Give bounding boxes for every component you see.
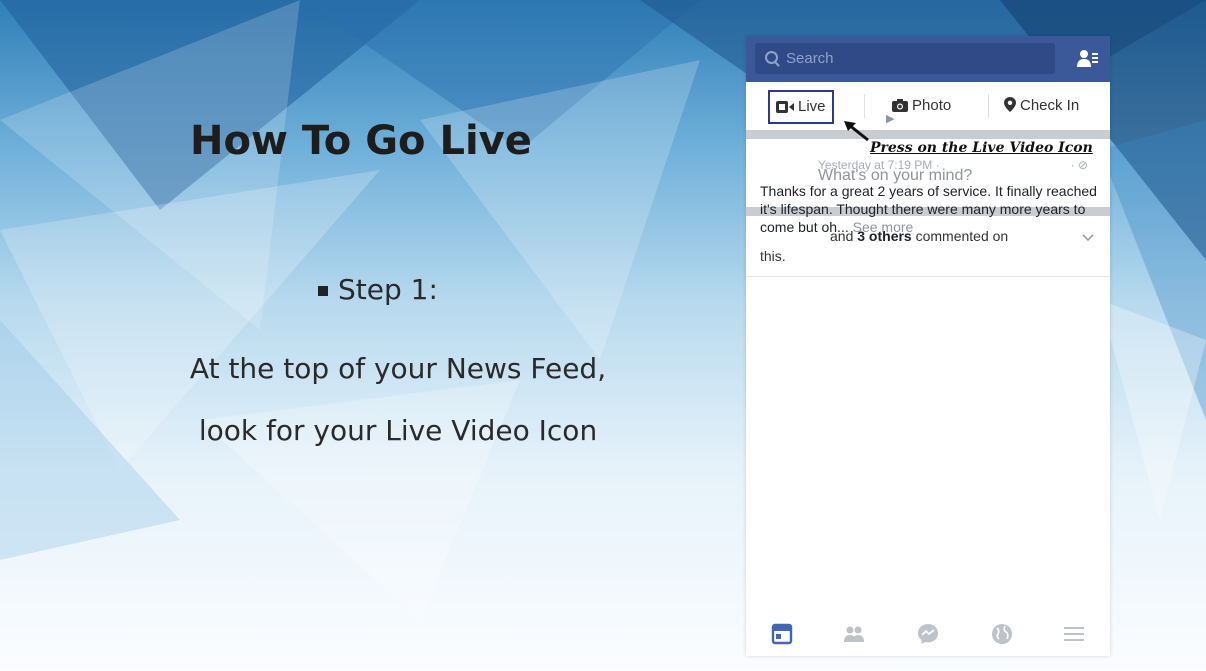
location-pin-icon — [1004, 97, 1016, 112]
step-description: At the top of your News Feed, look for y… — [189, 352, 607, 447]
see-more-link[interactable]: See more — [853, 219, 914, 235]
step-text: Step 1: — [338, 273, 438, 306]
post-text: Thanks for a great 2 years of service. I… — [760, 182, 1100, 236]
friend-requests-icon[interactable] — [1076, 48, 1098, 70]
news-feed-icon[interactable] — [770, 622, 794, 646]
check-in-button[interactable]: Check In — [1004, 82, 1079, 130]
play-icon[interactable]: ▶ — [886, 112, 894, 125]
photo-label: Photo — [912, 97, 952, 114]
friends-icon[interactable] — [842, 622, 866, 646]
phone-screenshot: Search Live Photo Check In What's on you… — [746, 36, 1110, 656]
camera-icon — [892, 99, 908, 112]
slide-title: How To Go Live — [190, 118, 532, 164]
divider — [988, 94, 989, 118]
slide: How To Go Live Step 1: At the top of you… — [0, 0, 1206, 671]
photo-button[interactable]: Photo — [892, 82, 951, 130]
menu-icon[interactable] — [1062, 622, 1086, 646]
post-timestamp: Yesterday at 7:19 PM · — [818, 158, 940, 172]
search-placeholder: Search — [786, 50, 834, 67]
check-in-label: Check In — [1020, 97, 1080, 114]
bottom-tab-bar — [746, 612, 1110, 656]
messenger-icon[interactable] — [916, 622, 940, 646]
search-input[interactable]: Search — [755, 43, 1055, 74]
globe-icon[interactable] — [990, 622, 1014, 646]
story-text-line2: this. — [760, 248, 786, 264]
bullet-icon — [318, 286, 328, 296]
step-label: Step 1: — [318, 273, 438, 306]
live-button[interactable]: Live — [768, 90, 834, 124]
divider — [864, 94, 865, 118]
live-video-icon — [776, 101, 794, 113]
facebook-top-bar: Search — [746, 36, 1110, 82]
annotation-callout: Press on the Live Video Icon — [870, 140, 1093, 156]
search-icon — [765, 51, 778, 64]
privacy-icon: · ⊘ — [1070, 158, 1088, 172]
composer-actions: Live Photo Check In — [746, 82, 1110, 139]
post-body: Thanks for a great 2 years of service. I… — [760, 183, 1097, 235]
pointer-arrow-icon — [844, 121, 869, 142]
live-label: Live — [798, 98, 826, 115]
